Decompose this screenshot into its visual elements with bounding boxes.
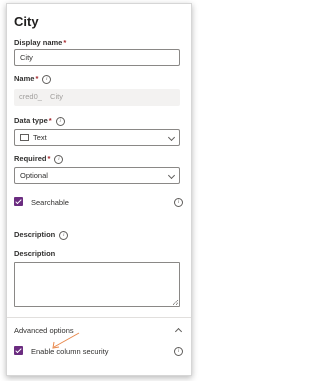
display-name-input[interactable]: City — [14, 49, 180, 66]
name-value: City — [50, 92, 63, 101]
name-label: Name* i — [14, 74, 52, 84]
chevron-up-icon — [174, 327, 183, 336]
data-type-label: Data type* i — [14, 116, 65, 126]
text-field-icon — [20, 133, 29, 141]
chevron-down-icon — [167, 171, 176, 180]
data-type-value: Text — [33, 133, 47, 142]
name-prefix: cred0_ — [19, 92, 42, 101]
name-info-icon[interactable]: i — [42, 74, 52, 84]
name-input: cred0_ City — [14, 89, 180, 106]
panel-title: City — [14, 14, 39, 29]
chevron-down-icon — [167, 133, 176, 142]
required-dropdown[interactable]: Optional — [14, 167, 180, 184]
advanced-options-toggle[interactable]: Advanced options — [7, 318, 191, 340]
description-header: Description i — [14, 230, 69, 240]
display-name-label: Display name* — [14, 38, 67, 47]
description-info-icon[interactable]: i — [59, 230, 69, 240]
data-type-info-icon[interactable]: i — [55, 116, 65, 126]
enable-column-security-checkbox[interactable] — [14, 346, 23, 355]
searchable-checkbox[interactable] — [14, 197, 23, 206]
required-label: Required* i — [14, 154, 64, 164]
required-info-icon[interactable]: i — [54, 154, 64, 164]
description-label: Description — [14, 249, 56, 258]
resize-handle-icon[interactable] — [173, 300, 178, 305]
searchable-label: Searchable — [31, 198, 69, 207]
description-textarea[interactable] — [14, 262, 180, 307]
required-value: Optional — [20, 171, 48, 180]
column-properties-panel: City Display name* City Name* i cred0_ Ci… — [6, 3, 192, 376]
enable-column-security-info-icon[interactable]: i — [174, 347, 183, 356]
data-type-dropdown[interactable]: Text — [14, 129, 180, 146]
searchable-info-icon[interactable]: i — [174, 198, 183, 207]
enable-column-security-label: Enable column security — [31, 347, 109, 356]
